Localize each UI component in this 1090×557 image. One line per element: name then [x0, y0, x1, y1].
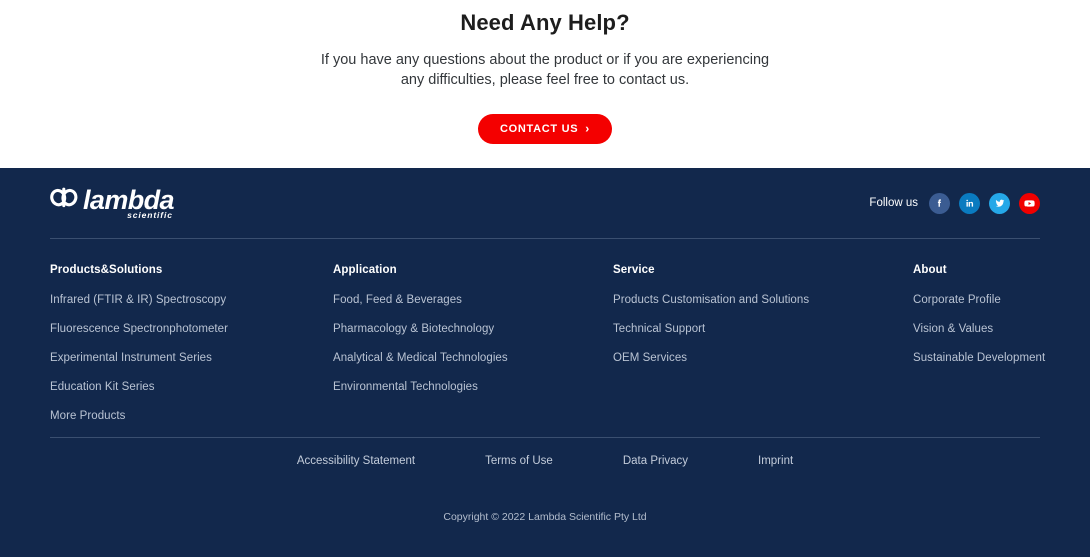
footer-link[interactable]: Food, Feed & Beverages	[333, 294, 613, 306]
site-footer: lambda scientific Follow us Products&Sol…	[0, 168, 1090, 557]
footer-link[interactable]: Sustainable Development	[913, 352, 1090, 364]
contact-us-label: CONTACT US	[500, 123, 579, 135]
follow-us-label: Follow us	[869, 197, 918, 209]
lambda-infinity-mark-icon	[50, 186, 78, 213]
footer-link[interactable]: Pharmacology & Biotechnology	[333, 323, 613, 335]
facebook-icon[interactable]	[929, 192, 950, 214]
brand-logo[interactable]: lambda scientific	[50, 184, 175, 220]
footer-column-products-solutions: Products&Solutions Infrared (FTIR & IR) …	[50, 264, 333, 422]
column-title: Service	[613, 264, 655, 276]
cta-container: CONTACT US ›	[0, 114, 1090, 144]
footer-link[interactable]: Infrared (FTIR & IR) Spectroscopy	[50, 294, 333, 306]
linkedin-icon[interactable]	[959, 192, 980, 214]
footer-column-application: Application Food, Feed & Beverages Pharm…	[333, 264, 613, 422]
column-title: Application	[333, 264, 397, 276]
page-title: Need Any Help?	[460, 10, 630, 35]
follow-us-group: Follow us	[869, 192, 1040, 214]
footer-link[interactable]: Corporate Profile	[913, 294, 1090, 306]
logo-row: lambda	[50, 184, 175, 215]
column-title: About	[913, 264, 947, 276]
footer-top-bar: lambda scientific Follow us	[50, 168, 1040, 238]
footer-link[interactable]: Analytical & Medical Technologies	[333, 352, 613, 364]
legal-link-accessibility-statement[interactable]: Accessibility Statement	[297, 455, 415, 467]
legal-link-imprint[interactable]: Imprint	[758, 455, 793, 467]
legal-link-terms-of-use[interactable]: Terms of Use	[485, 455, 553, 467]
footer-link[interactable]: OEM Services	[613, 352, 913, 364]
copyright-text: Copyright © 2022 Lambda Scientific Pty L…	[443, 511, 647, 523]
footer-link-columns: Products&Solutions Infrared (FTIR & IR) …	[50, 239, 1045, 422]
footer-column-about: About Corporate Profile Vision & Values …	[913, 264, 1090, 422]
footer-link[interactable]: Experimental Instrument Series	[50, 352, 333, 364]
twitter-icon[interactable]	[989, 192, 1010, 214]
footer-link[interactable]: Vision & Values	[913, 323, 1090, 335]
footer-link[interactable]: Technical Support	[613, 323, 913, 335]
contact-us-button[interactable]: CONTACT US ›	[478, 114, 612, 144]
footer-link[interactable]: More Products	[50, 410, 333, 422]
footer-column-service: Service Products Customisation and Solut…	[613, 264, 913, 422]
legal-links-row: Accessibility Statement Terms of Use Dat…	[50, 455, 1040, 467]
footer-link[interactable]: Products Customisation and Solutions	[613, 294, 913, 306]
footer-link[interactable]: Education Kit Series	[50, 381, 333, 393]
logo-wordmark: lambda	[83, 184, 175, 215]
footer-link[interactable]: Environmental Technologies	[333, 381, 613, 393]
chevron-right-icon: ›	[585, 121, 590, 136]
footer-link[interactable]: Fluorescence Spectronphotometer	[50, 323, 333, 335]
column-title: Products&Solutions	[50, 264, 163, 276]
help-description: If you have any questions about the prod…	[320, 52, 770, 88]
footer-legal-divider	[50, 437, 1040, 438]
logo-tagline: scientific	[127, 210, 173, 220]
youtube-icon[interactable]	[1019, 192, 1040, 214]
legal-link-data-privacy[interactable]: Data Privacy	[623, 455, 688, 467]
need-help-section: Need Any Help? If you have any questions…	[0, 0, 1090, 168]
